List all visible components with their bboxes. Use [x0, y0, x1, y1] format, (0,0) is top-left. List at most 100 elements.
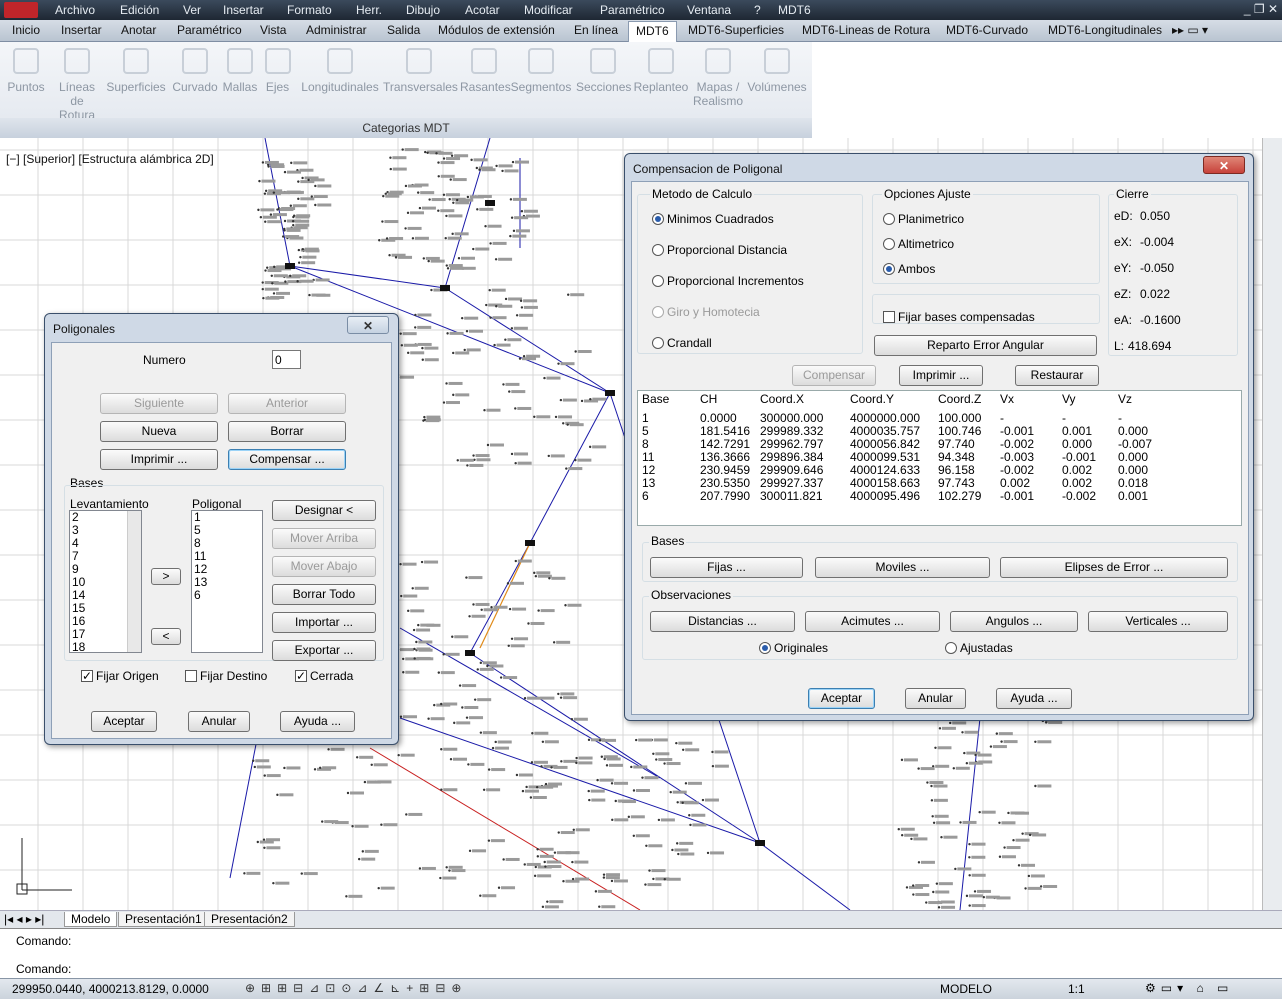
- opcion-ambos-radio[interactable]: [883, 263, 895, 275]
- restaurar-button[interactable]: Restaurar: [1015, 365, 1099, 386]
- ribbon-button-12[interactable]: Mapas / Realismo: [693, 48, 743, 108]
- close-icon[interactable]: ✕: [1203, 156, 1245, 174]
- distancias-button[interactable]: Distancias ...: [650, 611, 795, 632]
- metodo-distancia-radio[interactable]: [652, 244, 664, 256]
- ribbon-button-13[interactable]: Volúmenes: [745, 48, 809, 94]
- menu-mdt6[interactable]: MDT6: [778, 3, 811, 17]
- tab-mdt6[interactable]: MDT6: [628, 21, 677, 42]
- layout-tab-presentacion2[interactable]: Presentación2: [204, 912, 295, 927]
- tab-mdt6-longitudinales[interactable]: MDT6-Longitudinales: [1048, 23, 1162, 37]
- moviles-button[interactable]: Moviles ...: [815, 557, 990, 578]
- menu-herr[interactable]: Herr.: [356, 3, 382, 17]
- designar-button[interactable]: Designar <: [272, 500, 376, 521]
- aceptar-button[interactable]: Aceptar: [91, 711, 157, 732]
- menu-ver[interactable]: Ver: [183, 3, 201, 17]
- tab-mdt6-lineas[interactable]: MDT6-Lineas de Rotura: [802, 23, 930, 37]
- close-icon[interactable]: ✕: [347, 316, 389, 334]
- fijar-bases-checkbox[interactable]: [883, 311, 895, 323]
- menu-formato[interactable]: Formato: [287, 3, 332, 17]
- fijar-destino-checkbox[interactable]: [185, 670, 197, 682]
- metodo-incrementos-radio[interactable]: [652, 275, 664, 287]
- opcion-planimetrico-radio[interactable]: [883, 213, 895, 225]
- nueva-button[interactable]: Nueva: [100, 421, 218, 442]
- app-logo[interactable]: [4, 2, 38, 18]
- tab-anotar[interactable]: Anotar: [121, 23, 156, 37]
- compensar-button[interactable]: Compensar ...: [228, 449, 346, 470]
- coordinates-readout[interactable]: 299950.0440, 4000213.8129, 0.0000: [12, 982, 209, 996]
- menu-archivo[interactable]: Archivo: [55, 3, 95, 17]
- imprimir-button[interactable]: Imprimir ...: [100, 449, 218, 470]
- tab-mdt6-superficies[interactable]: MDT6-Superficies: [688, 23, 784, 37]
- borrar-button[interactable]: Borrar: [228, 421, 346, 442]
- layout-tab-modelo[interactable]: Modelo: [64, 912, 118, 927]
- ribbon-button-7[interactable]: Transversales: [383, 48, 458, 94]
- exportar-button[interactable]: Exportar ...: [272, 640, 376, 661]
- ribbon-button-5[interactable]: Ejes: [265, 48, 291, 94]
- list-scrollbar[interactable]: [127, 511, 141, 652]
- ribbon-button-10[interactable]: Secciones: [576, 48, 631, 94]
- add-to-poligonal-button[interactable]: >: [151, 568, 181, 585]
- column-header[interactable]: Base: [642, 393, 700, 412]
- tab-vista[interactable]: Vista: [260, 23, 286, 37]
- poligonal-list[interactable]: 1 5 8 11 12 13 6: [191, 510, 263, 653]
- fijar-origen-checkbox[interactable]: ✓: [81, 670, 93, 682]
- list-item[interactable]: 5: [192, 524, 262, 537]
- metodo-crandall-radio[interactable]: [652, 337, 664, 349]
- ribbon-button-2[interactable]: Superficies: [106, 48, 166, 94]
- numero-input[interactable]: [272, 350, 301, 369]
- results-table[interactable]: Base CH Coord.X Coord.Y Coord.Z Vx Vy Vz 1 0.0000…: [637, 390, 1242, 526]
- list-item[interactable]: 1: [192, 511, 262, 524]
- compensar-button[interactable]: Compensar: [792, 365, 876, 386]
- menu-ventana[interactable]: Ventana: [687, 3, 731, 17]
- menu-help[interactable]: ?: [754, 3, 761, 17]
- list-item[interactable]: 13: [192, 576, 262, 589]
- mover-arriba-button[interactable]: Mover Arriba: [272, 528, 376, 549]
- ayuda-button[interactable]: Ayuda ...: [280, 711, 355, 732]
- ribbon-button-0[interactable]: Puntos: [6, 48, 46, 94]
- column-header[interactable]: CH: [700, 393, 760, 412]
- column-header[interactable]: Vx: [1000, 393, 1062, 412]
- column-header[interactable]: Vz: [1118, 393, 1168, 412]
- aceptar-button[interactable]: Aceptar: [808, 688, 875, 709]
- menu-acotar[interactable]: Acotar: [465, 3, 500, 17]
- anterior-button[interactable]: Anterior: [228, 393, 346, 414]
- mover-abajo-button[interactable]: Mover Abajo: [272, 556, 376, 577]
- fijas-button[interactable]: Fijas ...: [650, 557, 803, 578]
- anular-button[interactable]: Anular: [905, 688, 966, 709]
- vertical-scrollbar[interactable]: [1262, 138, 1282, 910]
- cerrada-checkbox[interactable]: ✓: [295, 670, 307, 682]
- tab-en-linea[interactable]: En línea: [574, 23, 618, 37]
- tab-parametrico[interactable]: Paramétrico: [177, 23, 242, 37]
- menu-insertar[interactable]: Insertar: [223, 3, 264, 17]
- ribbon-button-6[interactable]: Longitudinales: [300, 48, 380, 94]
- originales-radio[interactable]: [759, 642, 771, 654]
- tab-salida[interactable]: Salida: [387, 23, 420, 37]
- command-area[interactable]: Comando: Comando:: [0, 928, 1282, 978]
- metodo-minimos-radio[interactable]: [652, 213, 664, 225]
- opcion-altimetrico-radio[interactable]: [883, 238, 895, 250]
- ribbon-button-9[interactable]: Segmentos: [510, 48, 572, 94]
- verticales-button[interactable]: Verticales ...: [1088, 611, 1228, 632]
- menu-modificar[interactable]: Modificar: [524, 3, 573, 17]
- more-tabs-icon[interactable]: ▸▸ ▭ ▾: [1172, 23, 1208, 37]
- tab-mdt6-curvado[interactable]: MDT6-Curvado: [946, 23, 1028, 37]
- layout-tab-presentacion1[interactable]: Presentación1: [118, 912, 209, 927]
- importar-button[interactable]: Importar ...: [272, 612, 376, 633]
- ribbon-button-11[interactable]: Replanteo: [632, 48, 690, 94]
- angulos-button[interactable]: Angulos ...: [950, 611, 1078, 632]
- anular-button[interactable]: Anular: [188, 711, 250, 732]
- tab-modulos[interactable]: Módulos de extensión: [438, 23, 555, 37]
- tab-insertar[interactable]: Insertar: [61, 23, 102, 37]
- ribbon-button-1[interactable]: Líneas de Rotura: [52, 48, 102, 122]
- menu-edicion[interactable]: Edición: [120, 3, 159, 17]
- ajustadas-radio[interactable]: [945, 642, 957, 654]
- tab-administrar[interactable]: Administrar: [306, 23, 367, 37]
- table-row[interactable]: 6 207.7990 300011.821 4000095.496 102.279 -0.…: [642, 490, 1168, 503]
- metodo-giro-radio[interactable]: [652, 306, 664, 318]
- column-header[interactable]: Vy: [1062, 393, 1118, 412]
- drafting-toggles-icon[interactable]: ⊕⊞⊞⊟⊿⊡⊙⊿∠⊾+⊞⊟⊕: [245, 981, 467, 995]
- siguiente-button[interactable]: Siguiente: [100, 393, 218, 414]
- tab-inicio[interactable]: Inicio: [12, 23, 40, 37]
- ribbon-button-3[interactable]: Curvado: [170, 48, 220, 94]
- list-item[interactable]: 6: [192, 589, 262, 602]
